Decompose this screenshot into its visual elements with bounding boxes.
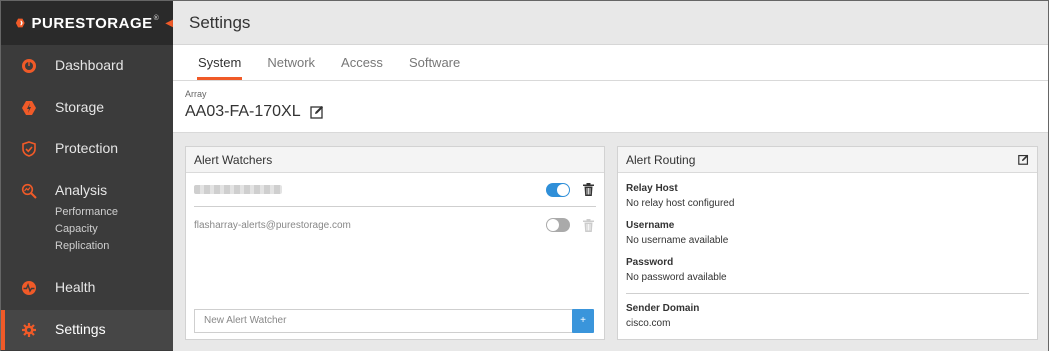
field-label: Sender Domain [626,303,700,314]
edit-icon[interactable] [1018,154,1029,165]
storage-icon [22,101,36,115]
sidebar-subitem-capacity[interactable]: Capacity [55,221,118,238]
tab-system[interactable]: System [196,45,243,80]
redacted-email [194,185,282,194]
array-header: Array AA03-FA-170XL [173,81,1048,133]
settings-tabs: System Network Access Software [173,45,1048,81]
alert-watcher-row [194,173,596,207]
alert-watchers-title: Alert Watchers [186,147,604,173]
username-field: Username No username available [626,220,1029,246]
trash-icon[interactable] [583,218,594,232]
sidebar-item-label: Analysis [55,182,108,198]
sidebar-item-settings[interactable]: Settings [1,310,173,350]
trash-icon[interactable] [583,183,594,196]
sidebar-item-health[interactable]: Health [1,279,173,299]
collapse-sidebar-icon[interactable]: ◀ [165,18,173,29]
alert-watchers-panel: Alert Watchers flasharray-alerts@puresto… [185,146,605,340]
sidebar-subitem-replication[interactable]: Replication [55,238,118,255]
relay-host-field: Relay Host No relay host configured [626,183,1029,209]
alert-routing-title: Alert Routing [626,153,696,167]
analysis-subitems: Performance Capacity Replication [55,204,118,255]
sidebar-item-label: Health [55,279,96,295]
field-label: Relay Host [626,183,678,194]
field-label: Username [626,220,675,231]
field-value: No username available [626,235,729,246]
password-field: Password No password available [626,257,1029,283]
shield-icon [22,141,36,157]
top-bar: Settings [173,1,1048,45]
sidebar-item-storage[interactable]: Storage [1,99,173,119]
brand-name: PURESTORAGE® [31,14,160,32]
sidebar-item-protection[interactable]: Protection [1,140,173,160]
sender-domain-field: Sender Domain cisco.com [626,303,1029,329]
pure-logo-icon [15,18,25,28]
main-content: Settings System Network Access Software … [173,1,1048,351]
dashboard-icon [22,59,36,73]
new-alert-watcher-input[interactable]: New Alert Watcher [194,309,574,333]
field-label: Password [626,257,674,268]
alert-routing-panel: Alert Routing Relay Host No relay host c… [617,146,1038,340]
watcher-enabled-toggle[interactable] [546,218,570,232]
watcher-email: flasharray-alerts@purestorage.com [194,219,351,231]
array-name: AA03-FA-170XL [185,103,301,120]
add-alert-watcher-button[interactable]: + [572,309,594,333]
sidebar-item-label: Settings [55,321,106,337]
sidebar-item-dashboard[interactable]: Dashboard [1,57,173,77]
sidebar-item-analysis[interactable]: Analysis [1,182,173,202]
watcher-enabled-toggle[interactable] [546,182,570,197]
alert-routing-header: Alert Routing [618,147,1037,173]
sidebar-item-label: Dashboard [55,57,124,73]
page-title: Settings [189,12,251,32]
tab-network[interactable]: Network [267,45,315,80]
field-value: No password available [626,272,727,283]
alert-watcher-row: flasharray-alerts@purestorage.com [194,208,596,242]
sidebar: PURESTORAGE® ◀ Dashboard Storage Protect… [1,1,173,351]
gear-icon [22,323,36,337]
health-icon [22,281,36,295]
sidebar-subitem-performance[interactable]: Performance [55,204,118,221]
tab-access[interactable]: Access [341,45,383,80]
analysis-icon [21,183,37,199]
edit-icon[interactable] [309,105,324,119]
array-name-row: AA03-FA-170XL [185,103,1048,121]
brand-header: PURESTORAGE® ◀ [1,1,173,45]
field-value: No relay host configured [626,198,735,209]
array-label: Array [185,89,207,99]
tab-software[interactable]: Software [409,45,460,80]
field-value: cisco.com [626,318,671,329]
divider [626,293,1029,294]
sidebar-item-label: Protection [55,140,119,156]
sidebar-item-label: Storage [55,99,105,115]
